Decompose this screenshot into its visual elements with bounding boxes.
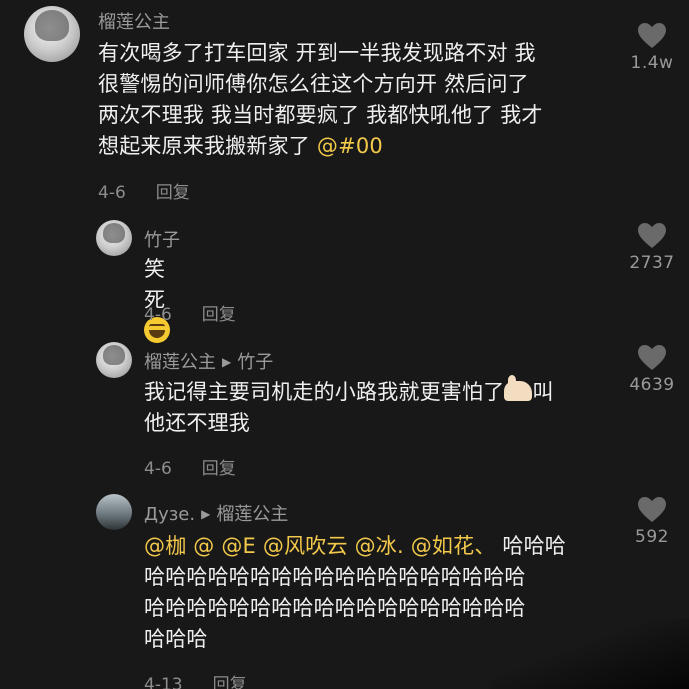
triangle-right-icon: ▶ bbox=[222, 355, 232, 369]
comment-line: 想起来原来我搬新家了 @#00 bbox=[98, 134, 383, 158]
comment-meta: 4-6 回复 bbox=[98, 178, 190, 203]
comment-line: 有次喝多了打车回家 开到一半我发现路不对 我 bbox=[98, 41, 536, 65]
like-button[interactable]: 4639 bbox=[617, 344, 687, 395]
comment-date: 4-6 bbox=[98, 183, 126, 203]
comment-username: 榴莲公主 ▶ 竹子 bbox=[144, 352, 274, 373]
comment-text: @枷 @ @E @风吹云 @冰. @如花、 哈哈哈 哈哈哈哈哈哈哈哈哈哈哈哈哈哈… bbox=[144, 534, 567, 651]
comment-date: 4-13 bbox=[144, 675, 183, 689]
hand-emoji-icon bbox=[504, 375, 533, 401]
triangle-right-icon: ▶ bbox=[201, 507, 211, 521]
heart-icon[interactable] bbox=[637, 22, 667, 49]
like-button[interactable]: 592 bbox=[617, 496, 687, 547]
reply-button[interactable]: 回复 bbox=[156, 183, 190, 203]
comment-username[interactable]: 竹子 bbox=[144, 226, 180, 252]
comment-text: 我记得主要司机走的小路我就更害怕了叫 他还不理我 bbox=[144, 375, 554, 435]
comment-meta: 4-6 回复 bbox=[144, 454, 236, 479]
comment-meta: 4-13 回复 bbox=[144, 670, 247, 689]
comment-meta: 4-6 回复 bbox=[144, 300, 236, 325]
comment-text: 有次喝多了打车回家 开到一半我发现路不对 我 很警惕的问师傅你怎么往这个方向开 … bbox=[98, 38, 618, 162]
heart-icon[interactable] bbox=[637, 344, 667, 371]
comment-username[interactable]: 榴莲公主 bbox=[98, 8, 170, 34]
comment-username: Дузе. ▶ 榴莲公主 bbox=[144, 504, 289, 525]
avatar[interactable] bbox=[96, 342, 132, 378]
reply-button[interactable]: 回复 bbox=[213, 675, 247, 689]
heart-icon[interactable] bbox=[637, 222, 667, 249]
comment-thread: 榴莲公主 有次喝多了打车回家 开到一半我发现路不对 我 很警惕的问师傅你怎么往这… bbox=[0, 0, 689, 689]
avatar[interactable] bbox=[96, 220, 132, 256]
like-button[interactable]: 2737 bbox=[617, 222, 687, 273]
reply-button[interactable]: 回复 bbox=[202, 305, 236, 325]
comment-line: 两次不理我 我当时都要疯了 我都快吼他了 我才 bbox=[98, 103, 543, 127]
like-count: 1.4w bbox=[630, 53, 674, 73]
mention-link[interactable]: @#00 bbox=[317, 134, 383, 158]
mention-link[interactable]: @枷 @ @E @风吹云 @冰. @如花、 bbox=[144, 534, 496, 558]
heart-icon[interactable] bbox=[637, 496, 667, 523]
comment-line: 很警惕的问师傅你怎么往这个方向开 然后问了 bbox=[98, 72, 529, 96]
like-button[interactable]: 1.4w bbox=[617, 22, 687, 73]
avatar[interactable] bbox=[96, 494, 132, 530]
like-count: 4639 bbox=[629, 375, 675, 395]
like-count: 2737 bbox=[629, 253, 675, 273]
like-count: 592 bbox=[635, 527, 669, 547]
reply-button[interactable]: 回复 bbox=[202, 459, 236, 479]
comment-date: 4-6 bbox=[144, 305, 172, 325]
avatar[interactable] bbox=[24, 6, 80, 62]
comment-date: 4-6 bbox=[144, 459, 172, 479]
